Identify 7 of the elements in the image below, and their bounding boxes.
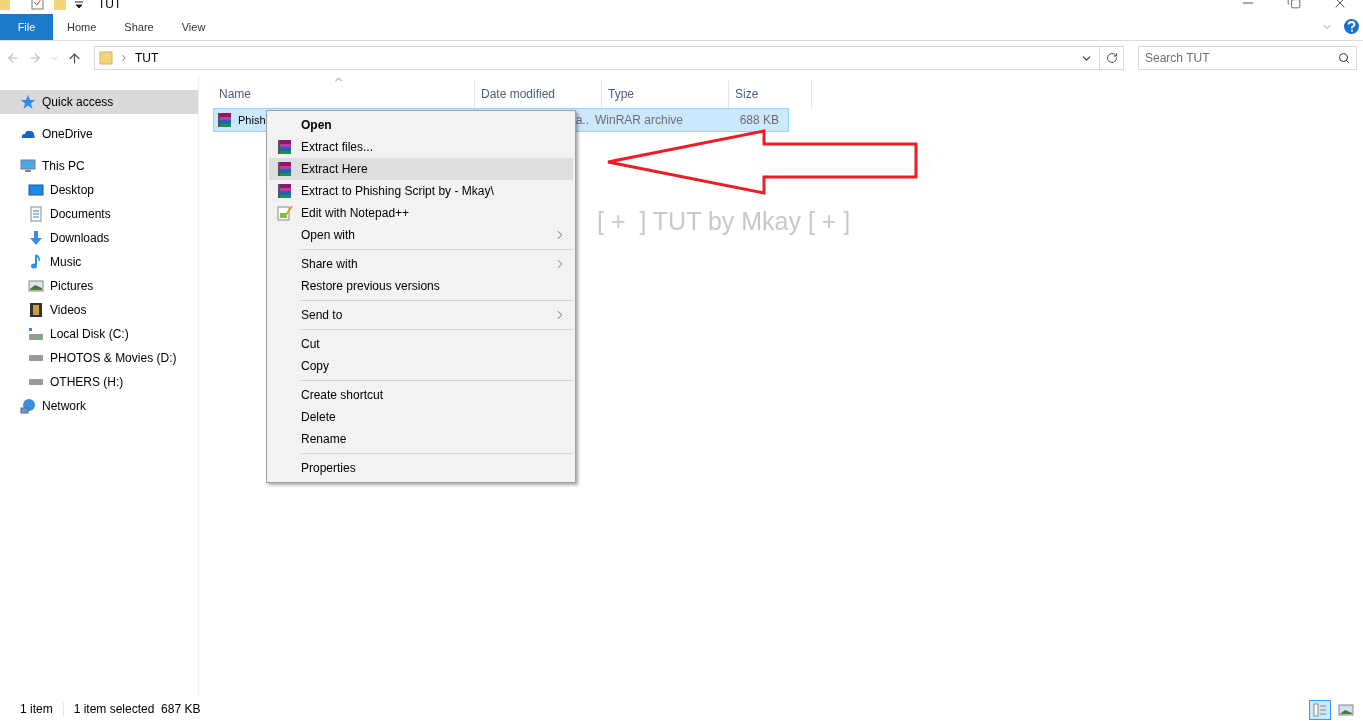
table-cell: a.. (575, 113, 589, 127)
window-title: TUT (98, 0, 122, 11)
table-cell: Phish (238, 114, 266, 126)
table-cell: WinRAR archive (595, 113, 684, 127)
table-cell: 688 KB (739, 113, 779, 127)
status-text: 1 item selected 687 KB (73, 702, 202, 716)
status-text: 1 item (20, 702, 64, 716)
